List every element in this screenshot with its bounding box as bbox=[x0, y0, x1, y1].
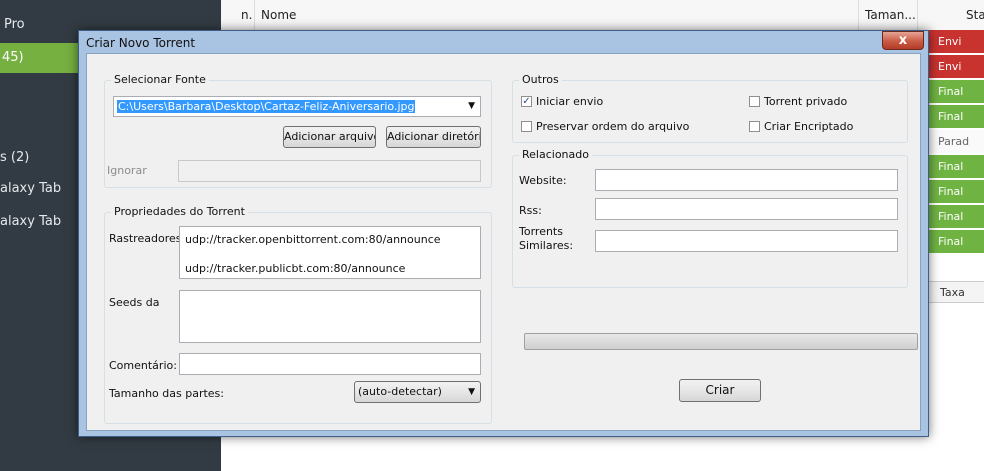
related-group-title: Relacionado bbox=[519, 148, 592, 161]
similar-torrents-input[interactable] bbox=[595, 230, 898, 252]
piece-size-select[interactable]: (auto-detectar) ▼ bbox=[354, 381, 481, 403]
tracker-line: udp://tracker.publicbt.com:80/announce bbox=[185, 262, 406, 275]
private-torrent-label[interactable]: Torrent privado bbox=[764, 95, 847, 108]
seeds-textarea[interactable] bbox=[179, 290, 481, 343]
chevron-down-icon: ▼ bbox=[468, 387, 475, 397]
trackers-label: Rastreadores: bbox=[109, 232, 186, 245]
column-number[interactable]: n. bbox=[221, 0, 255, 30]
rss-label: Rss: bbox=[519, 204, 542, 217]
piece-size-value: (auto-detectar) bbox=[358, 385, 442, 398]
preserve-order-label[interactable]: Preservar ordem do arquivo bbox=[536, 120, 689, 133]
start-seeding-checkbox[interactable]: ✓ bbox=[521, 96, 532, 107]
create-encrypted-label[interactable]: Criar Encriptado bbox=[764, 120, 853, 133]
sidebar-item-galaxy-tab-2[interactable]: alaxy Tab bbox=[0, 207, 61, 237]
similar-torrents-label-line1: Torrents bbox=[519, 225, 563, 238]
rss-input[interactable] bbox=[595, 198, 898, 220]
column-size[interactable]: Taman... bbox=[859, 0, 918, 30]
dialog-body: Selecionar Fonte C:\Users\Barbara\Deskto… bbox=[86, 53, 921, 431]
seeds-label: Seeds da bbox=[109, 296, 160, 309]
tracker-line: udp://tracker.openbittorrent.com:80/anno… bbox=[185, 233, 441, 246]
comment-input[interactable] bbox=[179, 353, 481, 375]
preserve-order-checkbox[interactable] bbox=[521, 121, 532, 132]
progress-bar bbox=[524, 333, 918, 350]
others-group: Outros bbox=[512, 73, 908, 143]
ignore-label: Ignorar bbox=[107, 164, 147, 177]
source-group-title: Selecionar Fonte bbox=[111, 73, 209, 86]
others-group-title: Outros bbox=[519, 73, 562, 86]
piece-size-label: Tamanho das partes: bbox=[109, 387, 224, 400]
ignore-input[interactable] bbox=[178, 160, 481, 182]
private-torrent-checkbox[interactable] bbox=[749, 96, 760, 107]
start-seeding-label[interactable]: Iniciar envio bbox=[536, 95, 603, 108]
column-status[interactable]: Sta bbox=[918, 0, 984, 30]
trackers-textarea[interactable]: udp://tracker.openbittorrent.com:80/anno… bbox=[179, 226, 481, 279]
create-button[interactable]: Criar bbox=[679, 379, 761, 402]
source-path-value: C:\Users\Barbara\Desktop\Cartaz-Feliz-An… bbox=[117, 100, 416, 113]
website-label: Website: bbox=[519, 174, 567, 187]
column-name[interactable]: Nome bbox=[255, 0, 859, 30]
create-torrent-dialog: Criar Novo Torrent x Selecionar Fonte C:… bbox=[78, 30, 929, 437]
source-path-combo[interactable]: C:\Users\Barbara\Desktop\Cartaz-Feliz-An… bbox=[113, 96, 481, 117]
properties-group-title: Propriedades do Torrent bbox=[111, 205, 248, 218]
add-directory-button[interactable]: Adicionar diretório bbox=[386, 126, 481, 148]
dialog-title: Criar Novo Torrent bbox=[86, 36, 196, 50]
similar-torrents-label-line2: Similares: bbox=[519, 239, 574, 252]
website-input[interactable] bbox=[595, 169, 898, 191]
chevron-down-icon[interactable]: ▼ bbox=[468, 101, 475, 111]
torrent-list-header: n. Nome Taman... Sta bbox=[221, 0, 984, 31]
sidebar-item-group[interactable]: s (2) bbox=[0, 143, 29, 173]
sidebar-item-galaxy-tab-1[interactable]: alaxy Tab bbox=[0, 174, 61, 204]
close-button[interactable]: x bbox=[882, 31, 924, 50]
create-encrypted-checkbox[interactable] bbox=[749, 121, 760, 132]
sidebar-item-pro[interactable]: Pro bbox=[0, 10, 25, 40]
add-file-button[interactable]: Adicionar arquivo bbox=[283, 126, 376, 148]
comment-label: Comentário: bbox=[109, 359, 177, 372]
close-icon: x bbox=[898, 33, 908, 48]
